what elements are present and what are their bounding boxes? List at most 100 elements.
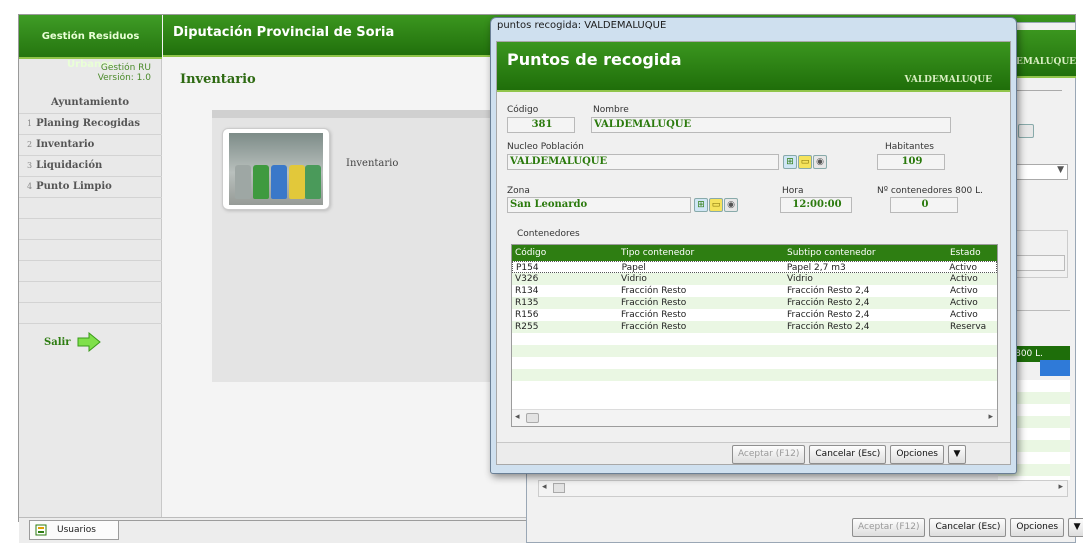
table-row[interactable]: V326 Vidrio Vidrio Activo xyxy=(512,273,997,285)
scroll-left-icon[interactable]: ◂ xyxy=(542,482,547,492)
cell-codigo: P154 xyxy=(516,263,539,273)
empty-row xyxy=(512,345,997,357)
scroll-thumb[interactable] xyxy=(526,413,539,423)
sidebar-item-inventario[interactable]: 2 Inventario xyxy=(19,135,162,156)
sidebar-divider xyxy=(19,219,162,240)
cell-subtipo: Papel 2,7 m3 xyxy=(786,263,846,273)
contenedores-table: Código Tipo contenedor Subtipo contenedo… xyxy=(511,244,998,427)
cell-tipo: Vidrio xyxy=(621,274,647,284)
sidebar-divider xyxy=(19,240,162,261)
column-header-subtipo[interactable]: Subtipo contenedor xyxy=(784,245,947,261)
cell-codigo: R255 xyxy=(515,322,539,332)
tab-usuarios[interactable]: Usuarios xyxy=(29,520,119,540)
folder-icon[interactable]: ▭ xyxy=(709,198,723,212)
cell-estado: Reserva xyxy=(950,322,987,332)
table-row[interactable]: R134 Fracción Resto Fracción Resto 2,4 A… xyxy=(512,285,997,297)
codigo-field[interactable]: 381 xyxy=(507,117,575,133)
arrow-right-icon xyxy=(77,332,101,352)
dialog-header-title: Puntos de recogida xyxy=(507,50,682,69)
cell-estado: Activo xyxy=(950,310,978,320)
sidebar-item-punto-limpio[interactable]: 4 Punto Limpio xyxy=(19,177,162,198)
sidebar: Gestión Residuos Urbanos Gestión RU Vers… xyxy=(19,15,162,521)
zona-field[interactable]: San Leonardo xyxy=(507,197,691,213)
options-button[interactable]: Opciones xyxy=(890,445,944,464)
sidebar-divider xyxy=(19,198,162,219)
eye-icon[interactable]: ◉ xyxy=(813,155,827,169)
table-row[interactable]: R135 Fracción Resto Fracción Resto 2,4 A… xyxy=(512,297,997,309)
empty-row xyxy=(512,333,997,345)
background-window-zone: EMALUQUE xyxy=(1016,57,1077,67)
puntos-recogida-dialog: puntos recogida: VALDEMALUQUE Puntos de … xyxy=(490,17,1017,474)
cancel-button[interactable]: Cancelar (Esc) xyxy=(809,445,887,464)
background-field-line xyxy=(1010,90,1062,91)
version-app-name: Gestión RU xyxy=(100,63,151,73)
dialog-content: Puntos de recogida VALDEMALUQUE Código 3… xyxy=(496,41,1011,465)
accept-button[interactable]: Aceptar (F12) xyxy=(731,445,806,464)
cell-subtipo: Vidrio xyxy=(787,274,813,284)
scroll-left-icon[interactable]: ◂ xyxy=(515,412,520,422)
nombre-field[interactable]: VALDEMALUQUE xyxy=(591,117,951,133)
column-header-estado[interactable]: Estado xyxy=(947,245,997,261)
nucleo-label: Nucleo Población xyxy=(507,142,584,152)
contenedores-800-field[interactable]: 0 xyxy=(890,197,958,213)
exit-button[interactable]: Salir xyxy=(44,332,101,352)
habitantes-field[interactable]: 109 xyxy=(877,154,945,170)
cell-tipo: Fracción Resto xyxy=(621,298,687,308)
nombre-label: Nombre xyxy=(593,105,629,115)
folder-icon[interactable]: ▭ xyxy=(798,155,812,169)
inventario-label[interactable]: Inventario xyxy=(346,158,398,169)
table-row[interactable]: R255 Fracción Resto Fracción Resto 2,4 R… xyxy=(512,321,997,333)
cancel-button[interactable]: Cancelar (Esc) xyxy=(929,518,1007,537)
sidebar-item-liquidacion[interactable]: 3 Liquidación xyxy=(19,156,162,177)
options-dropdown-button[interactable]: ▼ xyxy=(948,445,966,464)
lookup-icon[interactable]: ⊞ xyxy=(783,155,797,169)
page-title: Inventario xyxy=(180,72,256,87)
lookup-icon[interactable]: ⊞ xyxy=(694,198,708,212)
empty-row xyxy=(512,369,997,381)
cell-tipo: Papel xyxy=(621,263,646,273)
options-button[interactable]: Opciones xyxy=(1010,518,1065,537)
sidebar-divider xyxy=(19,261,162,282)
horizontal-scrollbar[interactable]: ◂ ▸ xyxy=(512,409,997,426)
sidebar-title: Gestión Residuos Urbanos xyxy=(19,15,162,70)
hora-label: Hora xyxy=(782,186,804,196)
table-header: Código Tipo contenedor Subtipo contenedo… xyxy=(512,245,997,261)
options-dropdown-button[interactable]: ▼ xyxy=(1068,518,1083,537)
background-hscrollbar[interactable]: ◂ ▸ xyxy=(538,480,1068,497)
column-header-codigo[interactable]: Código xyxy=(512,245,618,261)
hora-field[interactable]: 12:00:00 xyxy=(780,197,852,213)
exit-label: Salir xyxy=(44,336,71,348)
background-field xyxy=(1015,255,1065,271)
table-body: P154 Papel Papel 2,7 m3 Activo V326 Vidr… xyxy=(512,261,997,401)
inventario-thumbnail[interactable] xyxy=(222,128,330,210)
users-icon xyxy=(35,524,47,536)
eye-icon[interactable] xyxy=(1018,124,1034,138)
eye-icon[interactable]: ◉ xyxy=(724,198,738,212)
nucleo-actions: ⊞ ▭ ◉ xyxy=(783,155,827,169)
cell-tipo: Fracción Resto xyxy=(621,322,687,332)
dropdown-chevron-icon[interactable]: ▼ xyxy=(1010,164,1068,180)
cell-codigo: V326 xyxy=(515,274,539,284)
empty-row xyxy=(512,357,997,369)
table-row[interactable]: R156 Fracción Resto Fracción Resto 2,4 A… xyxy=(512,309,997,321)
background-grid-selection xyxy=(1040,360,1070,376)
cell-tipo: Fracción Resto xyxy=(621,286,687,296)
scroll-thumb[interactable] xyxy=(553,483,565,493)
sidebar-item-ayuntamiento[interactable]: Ayuntamiento xyxy=(19,93,162,114)
cell-estado: Activo xyxy=(950,298,978,308)
sidebar-item-planing-recogidas[interactable]: 1 Planing Recogidas xyxy=(19,114,162,135)
contenedores-label: Contenedores xyxy=(517,229,580,239)
accept-button[interactable]: Aceptar (F12) xyxy=(852,518,926,537)
containers-photo xyxy=(229,133,323,205)
column-header-tipo[interactable]: Tipo contenedor xyxy=(618,245,784,261)
cell-codigo: R135 xyxy=(515,298,539,308)
table-row[interactable]: P154 Papel Papel 2,7 m3 Activo xyxy=(512,261,997,273)
cell-codigo: R134 xyxy=(515,286,539,296)
dialog-header: Puntos de recogida VALDEMALUQUE xyxy=(497,42,1010,92)
zona-actions: ⊞ ▭ ◉ xyxy=(694,198,738,212)
sidebar-item-label: Inventario xyxy=(36,139,95,150)
scroll-right-icon[interactable]: ▸ xyxy=(988,412,993,422)
dialog-titlebar[interactable]: puntos recogida: VALDEMALUQUE xyxy=(497,20,666,31)
nucleo-field[interactable]: VALDEMALUQUE xyxy=(507,154,779,170)
scroll-right-icon[interactable]: ▸ xyxy=(1058,482,1063,492)
